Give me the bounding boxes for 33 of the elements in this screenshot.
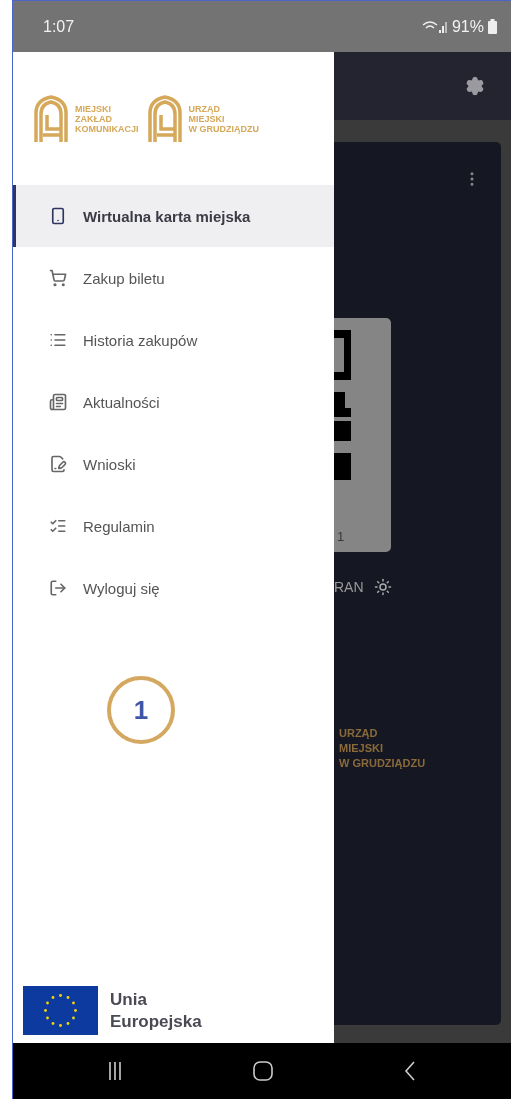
settings-icon[interactable] (465, 76, 485, 96)
qr-caption: 1 (336, 529, 346, 544)
logo-text: MIEJSKI ZAKŁAD KOMUNIKACJI (75, 103, 139, 134)
menu-item[interactable]: Aktualności (13, 371, 334, 433)
clock-time: 1:07 (43, 17, 75, 36)
cart-icon (49, 269, 67, 287)
phone-icon (49, 207, 67, 225)
list-icon (49, 331, 67, 349)
menu-item[interactable]: Regulamin (13, 495, 334, 557)
signature-icon (49, 455, 67, 473)
eu-label: Unia Europejska (110, 988, 202, 1033)
recent-apps-icon[interactable] (108, 1062, 123, 1080)
menu-item[interactable]: Wyloguj się (13, 557, 334, 619)
arch-logo-icon (33, 94, 69, 143)
newspaper-icon (49, 393, 67, 411)
arch-logo-icon (146, 94, 183, 143)
logo-text: URZĄD MIEJSKI W GRUDZIĄDZU (188, 103, 259, 134)
checklist-icon (49, 517, 67, 535)
brightness-label: RAN (334, 579, 364, 595)
menu-item[interactable]: Zakup biletu (13, 247, 334, 309)
annotation-badge: 1 (107, 676, 175, 744)
menu-item[interactable]: Wnioski (13, 433, 334, 495)
eu-flag-icon (23, 986, 98, 1035)
menu-item[interactable]: Historia zakupów (13, 309, 334, 371)
signal-icon (421, 19, 448, 34)
back-icon[interactable] (403, 1061, 416, 1081)
battery-percent: 91% (451, 17, 484, 36)
home-icon[interactable] (253, 1061, 273, 1081)
menu-item[interactable]: Wirtualna karta miejska (13, 185, 334, 247)
battery-icon (488, 19, 497, 34)
logout-icon (49, 579, 67, 597)
logo-text: URZĄD MIEJSKI W GRUDZIĄDZU (338, 726, 427, 771)
sun-icon[interactable] (373, 578, 392, 596)
